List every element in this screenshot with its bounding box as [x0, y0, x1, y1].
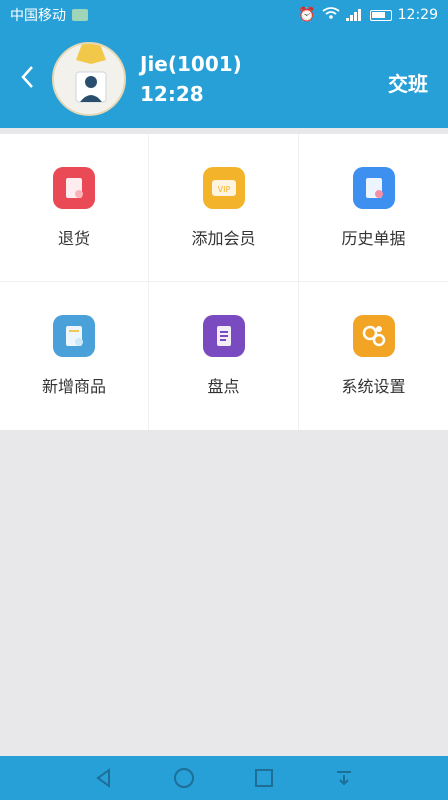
menu-item-label: 历史单据 [341, 228, 406, 248]
menu-item-history[interactable]: 历史单据 [299, 134, 448, 282]
return-icon [53, 166, 95, 209]
menu-item-return[interactable]: 退货 [0, 134, 149, 282]
menu-item-label: 系统设置 [341, 377, 406, 396]
menu-item-add-product[interactable]: 新增商品 [0, 282, 149, 430]
status-bar: 中国移动 ⏰ 12:29 [0, 0, 448, 30]
notification-icon [72, 9, 88, 21]
menu-item-label: 盘点 [207, 377, 240, 396]
inventory-icon [202, 315, 245, 357]
user-avatar-icon [54, 44, 124, 114]
system-nav-bar [0, 756, 448, 800]
menu-grid: 退货 VIP 添加会员 历史单据 新增商品 盘点 系统设置 [0, 134, 448, 430]
nav-recents-button[interactable] [249, 763, 279, 793]
alarm-icon: ⏰ [298, 7, 316, 23]
square-recents-icon [255, 769, 273, 787]
vip-icon: VIP [202, 166, 245, 209]
avatar [52, 42, 126, 116]
history-icon [352, 166, 395, 209]
menu-item-add-member[interactable]: VIP 添加会员 [149, 134, 299, 282]
status-time: 12:29 [397, 7, 438, 23]
nav-notification-button[interactable] [329, 763, 359, 793]
triangle-back-icon [96, 768, 110, 788]
add-product-icon [53, 315, 95, 357]
signal-icon [345, 9, 364, 21]
nav-home-button[interactable] [169, 763, 199, 793]
status-left: 中国移动 [10, 5, 88, 25]
circle-home-icon [174, 768, 194, 788]
status-right: ⏰ 12:29 [298, 7, 438, 23]
back-button[interactable] [14, 63, 40, 91]
menu-item-inventory[interactable]: 盘点 [149, 282, 299, 430]
wifi-icon [322, 7, 340, 23]
battery-icon [369, 9, 392, 21]
menu-item-label: 新增商品 [41, 377, 106, 396]
app-header: Jie(1001) 12:28 交班 [0, 30, 448, 128]
chevron-left-icon [21, 66, 33, 88]
nav-back-button[interactable] [89, 763, 119, 793]
svg-text:VIP: VIP [217, 185, 230, 194]
settings-icon [352, 315, 395, 357]
pull-down-icon [337, 771, 351, 786]
carrier-text: 中国移动 [10, 8, 66, 24]
shift-handover-button[interactable]: 交班 [388, 68, 428, 97]
menu-item-label: 退货 [57, 228, 90, 248]
login-time: 12:28 [140, 82, 204, 106]
menu-item-label: 添加会员 [191, 228, 256, 248]
menu-item-settings[interactable]: 系统设置 [299, 282, 448, 430]
user-name: Jie(1001) [140, 52, 242, 76]
